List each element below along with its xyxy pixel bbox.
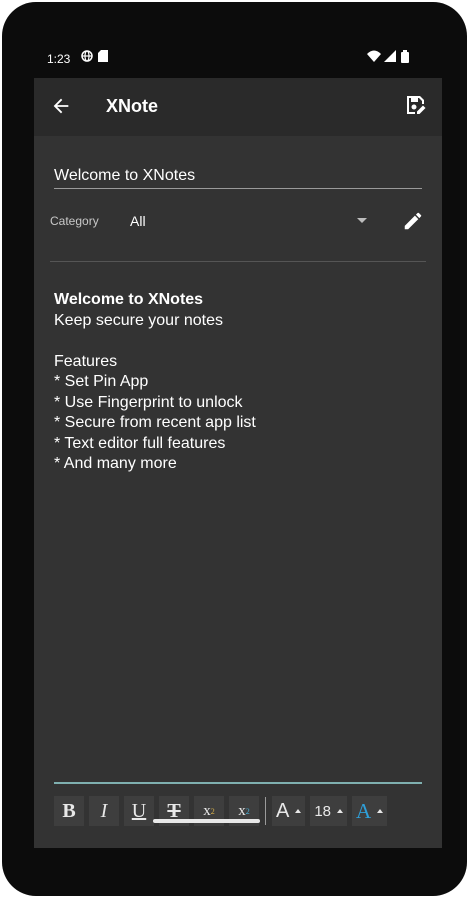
font-size-dropdown[interactable]: 18 <box>310 796 348 826</box>
text-color-label: A <box>356 798 372 823</box>
font-dropdown[interactable]: A <box>272 796 306 826</box>
save-note-icon[interactable] <box>404 93 428 122</box>
note-body-line: Welcome to XNotes <box>54 291 204 308</box>
caret-up-icon <box>295 809 302 813</box>
status-time: 1:23 <box>47 52 71 66</box>
note-body-line: * And many more <box>54 455 177 472</box>
italic-button[interactable]: I <box>89 796 119 826</box>
note-body-editor[interactable]: Welcome to XNotes Keep secure your notes F… <box>54 290 424 475</box>
globe-icon <box>81 50 93 65</box>
sd-card-icon <box>98 50 108 65</box>
caret-up-icon <box>337 809 344 813</box>
format-toolbar: B I U T x2 x2 A 18 A <box>54 793 424 829</box>
app-bar: XNote <box>34 78 442 136</box>
superscript-base: x <box>203 802 211 819</box>
font-size-value: 18 <box>314 802 332 820</box>
status-bar: 1:23 <box>34 40 442 78</box>
text-color-dropdown[interactable]: A <box>352 796 388 826</box>
underline-button[interactable]: U <box>124 796 154 826</box>
dropdown-arrow-icon[interactable] <box>357 218 367 223</box>
battery-icon <box>401 50 409 66</box>
note-body-line: * Use Fingerprint to unlock <box>54 393 243 411</box>
navigation-bar <box>34 836 442 848</box>
note-body-line: * Set Pin App <box>54 373 149 390</box>
pencil-icon[interactable] <box>402 210 424 237</box>
signal-icon <box>384 50 396 65</box>
subscript-mark: 2 <box>245 806 250 816</box>
caret-up-icon <box>377 809 384 813</box>
app-screen: 1:23 XNote Welcome to XNotes Category Al… <box>34 40 442 848</box>
category-dropdown[interactable]: All <box>130 213 146 229</box>
note-title-field[interactable]: Welcome to XNotes <box>54 164 422 189</box>
note-body-line: Features <box>54 352 118 370</box>
note-body-line <box>54 331 424 352</box>
editor-accent-line <box>54 782 422 784</box>
note-body-line: * Text editor full features <box>54 434 226 452</box>
font-label: A <box>276 799 290 822</box>
arrow-left-icon[interactable] <box>50 95 72 122</box>
superscript-mark: 2 <box>210 806 215 816</box>
note-body-line: * Secure from recent app list <box>54 414 256 431</box>
subscript-base: x <box>238 802 246 819</box>
note-body-line: Keep secure your notes <box>54 311 223 329</box>
toolbar-separator <box>265 797 266 825</box>
wifi-icon <box>367 50 381 65</box>
divider <box>50 261 426 262</box>
home-gesture-bar[interactable] <box>153 819 260 823</box>
phone-frame: 1:23 XNote Welcome to XNotes Category Al… <box>2 2 467 896</box>
page-title: XNote <box>106 96 159 116</box>
category-label: Category <box>50 214 99 228</box>
bold-button[interactable]: B <box>54 796 84 826</box>
